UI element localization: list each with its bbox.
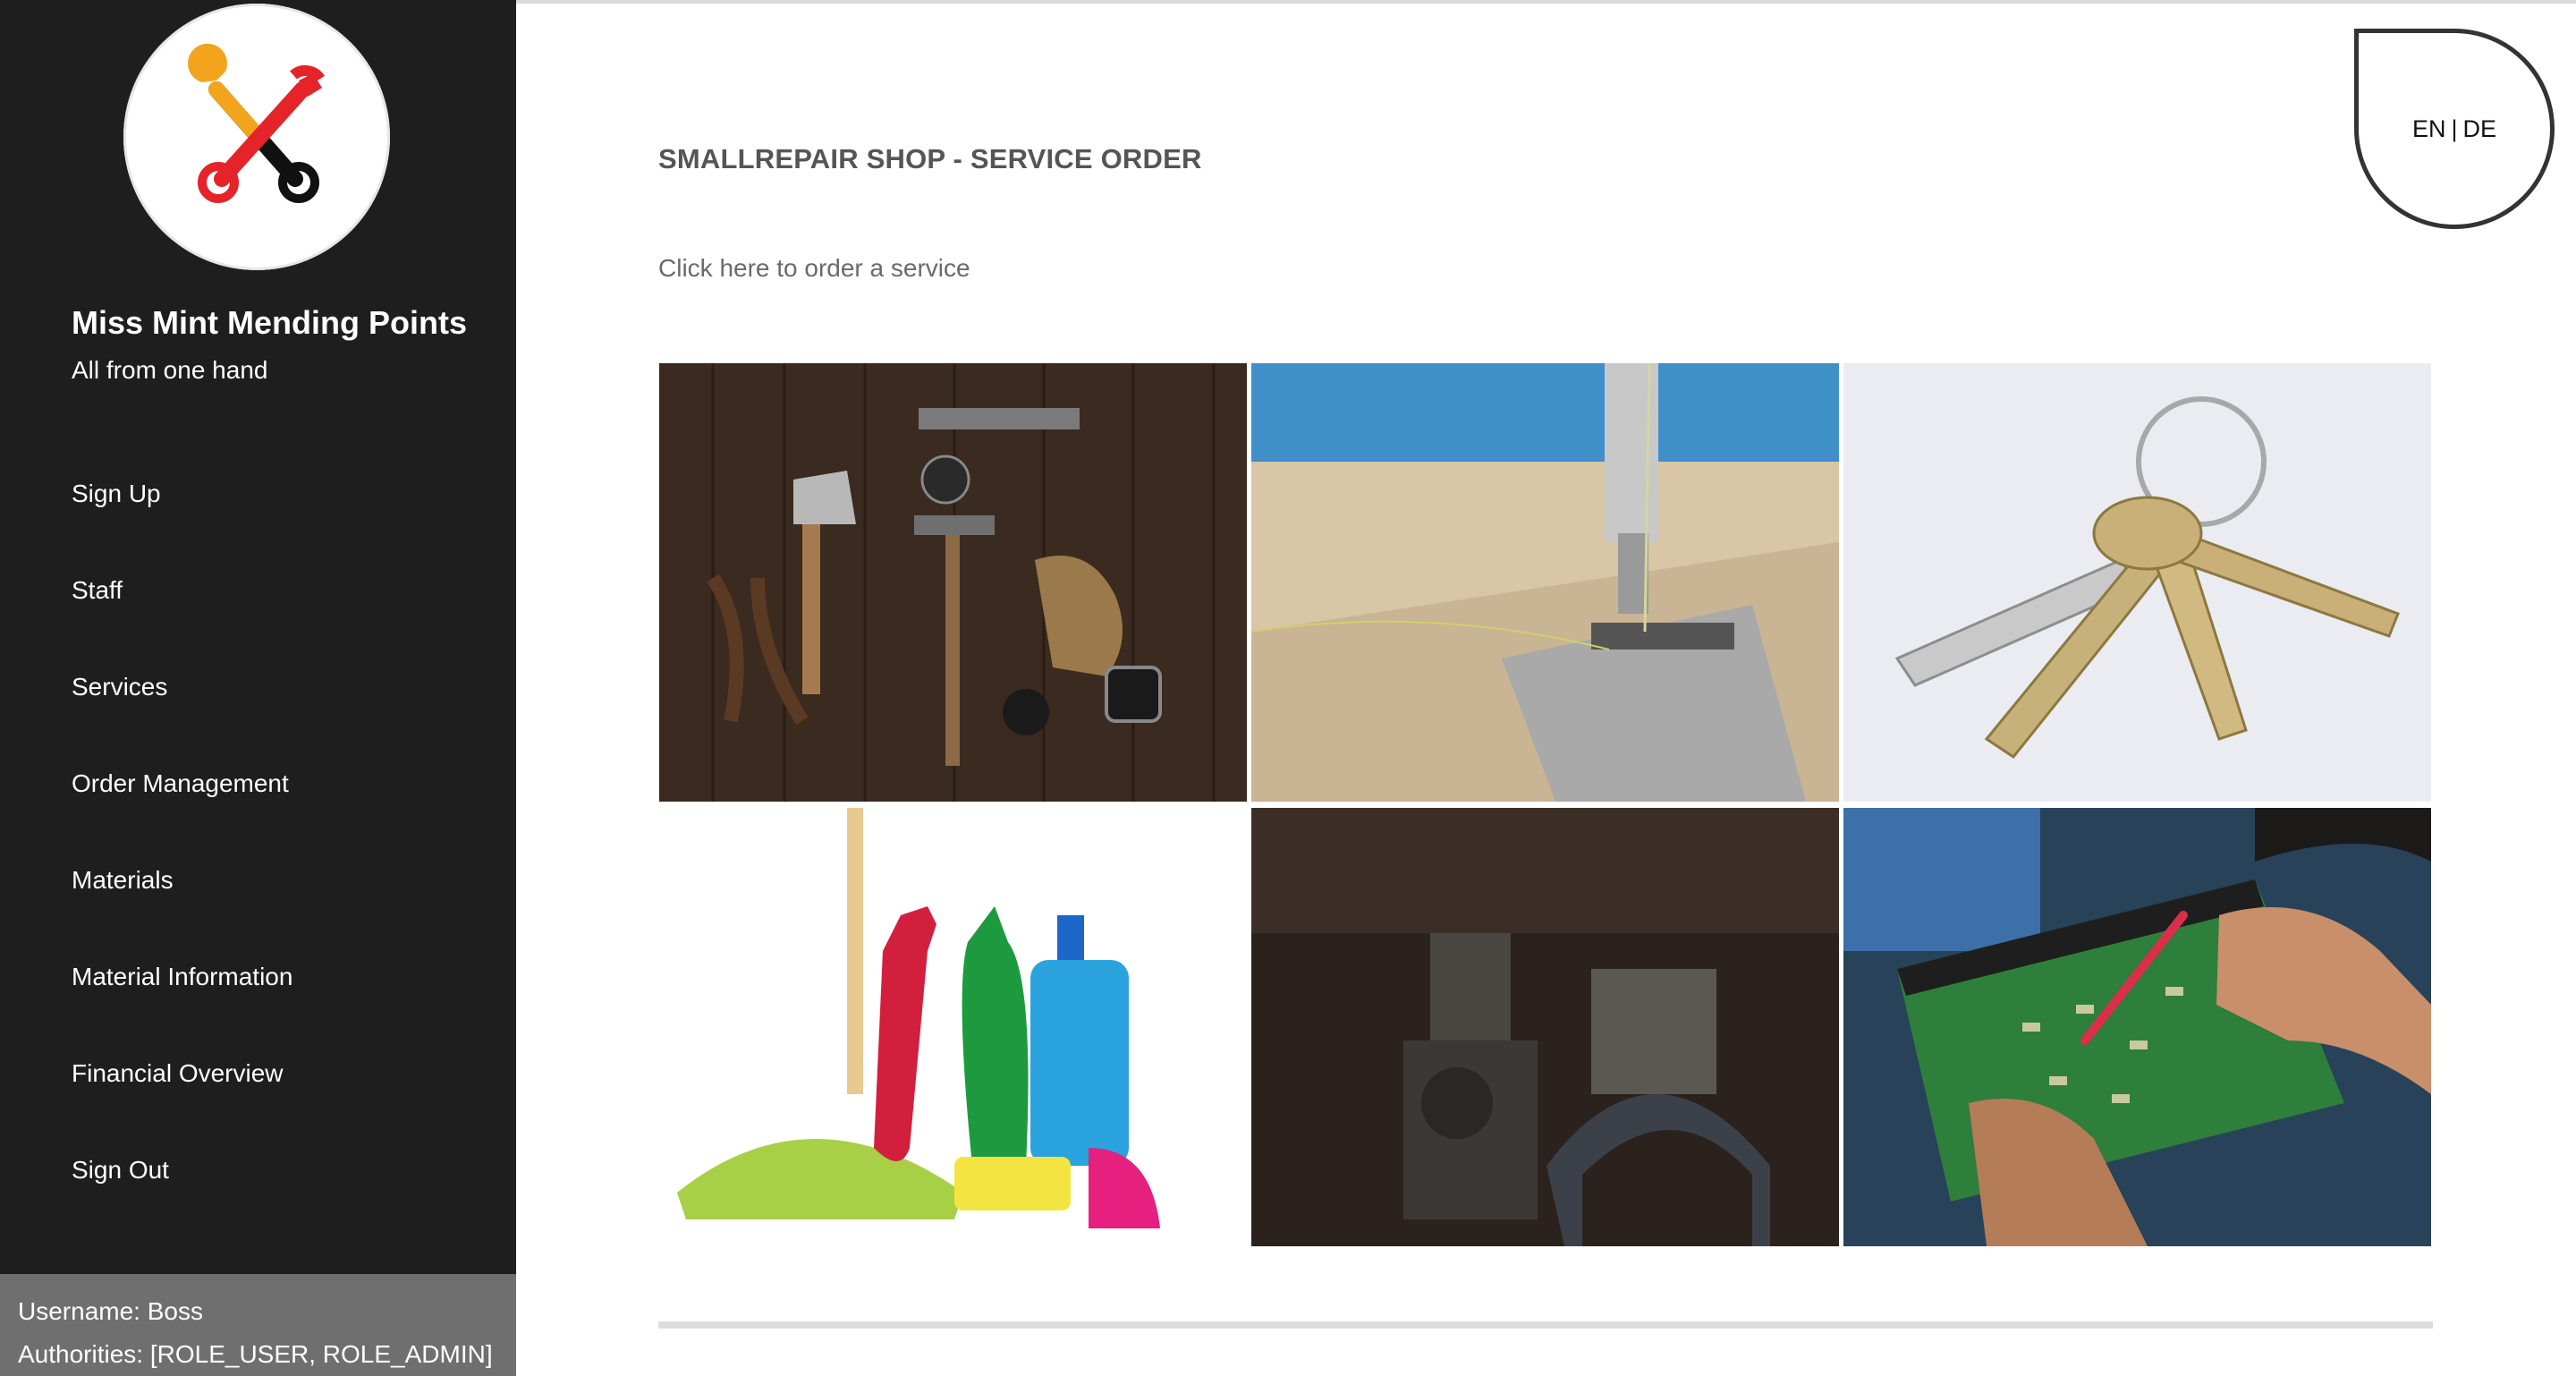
service-image-electronics[interactable] (1843, 808, 2431, 1246)
username-label: Username: Boss (18, 1297, 203, 1325)
service-image-cleaning[interactable] (659, 808, 1247, 1246)
content-divider (658, 1321, 2433, 1329)
service-image-sewing[interactable] (1251, 363, 1839, 802)
logo[interactable] (123, 4, 390, 270)
authorities-label: Authorities: [ROLE_USER, ROLE_ADMIN] (18, 1340, 493, 1368)
brand-title: Miss Mint Mending Points (72, 304, 467, 341)
nav-materials[interactable]: Materials (72, 866, 174, 895)
page-title: SMALLREPAIR SHOP - SERVICE ORDER (658, 143, 1202, 174)
lang-separator: | (2451, 115, 2458, 142)
nav-order-management[interactable]: Order Management (72, 769, 289, 798)
sidebar: Miss Mint Mending Points All from one ha… (0, 0, 516, 1376)
nav-staff[interactable]: Staff (72, 576, 123, 605)
lang-en-button[interactable]: EN (2412, 115, 2446, 143)
user-info-panel: Username: Boss Authorities: [ROLE_USER, … (0, 1274, 516, 1376)
service-image-tools[interactable] (659, 363, 1247, 802)
nav-services[interactable]: Services (72, 673, 167, 701)
brand-subtitle: All from one hand (72, 356, 268, 384)
crossed-wrenches-icon (188, 43, 326, 203)
service-image-machinery[interactable] (1251, 808, 1839, 1246)
nav-financial-overview[interactable]: Financial Overview (72, 1059, 284, 1088)
lang-de-button[interactable]: DE (2463, 115, 2497, 143)
order-service-link[interactable]: Click here to order a service (658, 254, 970, 283)
service-image-keys[interactable] (1843, 363, 2431, 802)
nav-sign-up[interactable]: Sign Up (72, 480, 161, 508)
nav-material-information[interactable]: Material Information (72, 963, 292, 991)
language-switcher: EN | DE (2354, 29, 2555, 229)
nav-sign-out[interactable]: Sign Out (72, 1156, 169, 1185)
